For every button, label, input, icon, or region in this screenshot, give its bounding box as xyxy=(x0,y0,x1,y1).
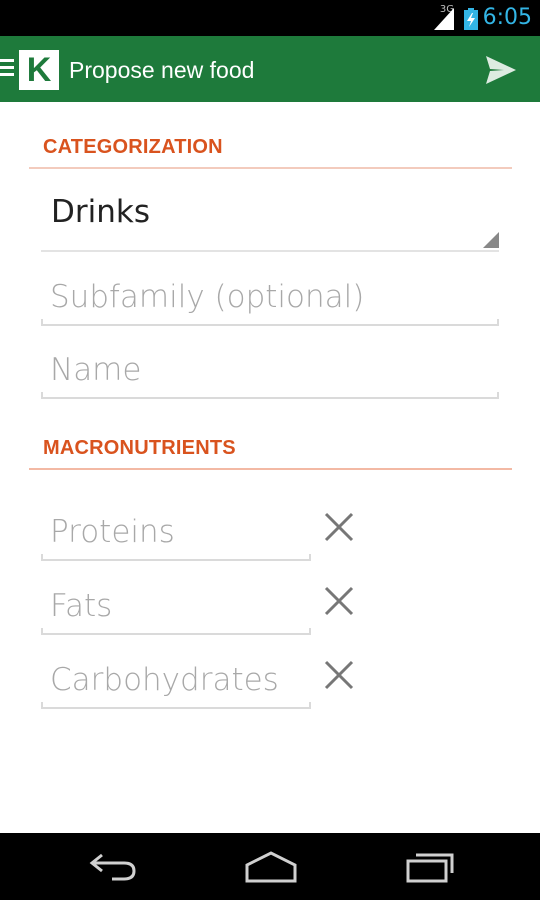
page-title: Propose new food xyxy=(69,57,255,83)
name-input[interactable] xyxy=(41,341,499,399)
family-selected-value: Drinks xyxy=(51,194,150,230)
carbohydrates-field-wrapper xyxy=(41,651,311,709)
carbohydrates-input[interactable] xyxy=(41,651,311,709)
status-bar: 3G 6:05 xyxy=(0,0,540,36)
clear-proteins-icon[interactable] xyxy=(322,510,356,544)
fats-field-wrapper xyxy=(41,577,311,635)
app-bar: K Propose new food xyxy=(0,36,540,102)
family-dropdown[interactable]: Drinks xyxy=(41,192,499,252)
macronutrients-header: MACRONUTRIENTS xyxy=(43,437,236,459)
dropdown-underline xyxy=(41,250,499,252)
battery-charging-icon xyxy=(464,8,478,30)
app-logo[interactable]: K xyxy=(19,50,59,90)
clear-carbohydrates-icon[interactable] xyxy=(322,658,356,692)
system-nav-bar xyxy=(0,833,540,900)
proteins-underline xyxy=(41,554,311,561)
proteins-field-wrapper xyxy=(41,503,311,561)
status-time: 6:05 xyxy=(482,5,532,30)
proteins-input[interactable] xyxy=(41,503,311,561)
name-field-wrapper xyxy=(41,341,499,399)
send-icon[interactable] xyxy=(486,56,516,84)
clear-fats-icon[interactable] xyxy=(322,584,356,618)
signal-icon xyxy=(434,8,454,30)
fats-input[interactable] xyxy=(41,577,311,635)
back-icon[interactable] xyxy=(88,849,138,885)
logo-letter: K xyxy=(26,51,52,89)
menu-icon[interactable] xyxy=(0,59,14,79)
fats-underline xyxy=(41,628,311,635)
carbohydrates-underline xyxy=(41,702,311,709)
recent-apps-icon[interactable] xyxy=(404,849,456,885)
subfamily-underline xyxy=(41,319,499,326)
macronutrients-divider xyxy=(29,468,512,470)
dropdown-arrow-icon xyxy=(483,232,499,248)
name-underline xyxy=(41,392,499,399)
home-icon[interactable] xyxy=(243,849,299,885)
categorization-divider xyxy=(29,167,512,169)
subfamily-input[interactable] xyxy=(41,268,499,326)
categorization-header: CATEGORIZATION xyxy=(43,136,223,158)
subfamily-field-wrapper xyxy=(41,268,499,326)
